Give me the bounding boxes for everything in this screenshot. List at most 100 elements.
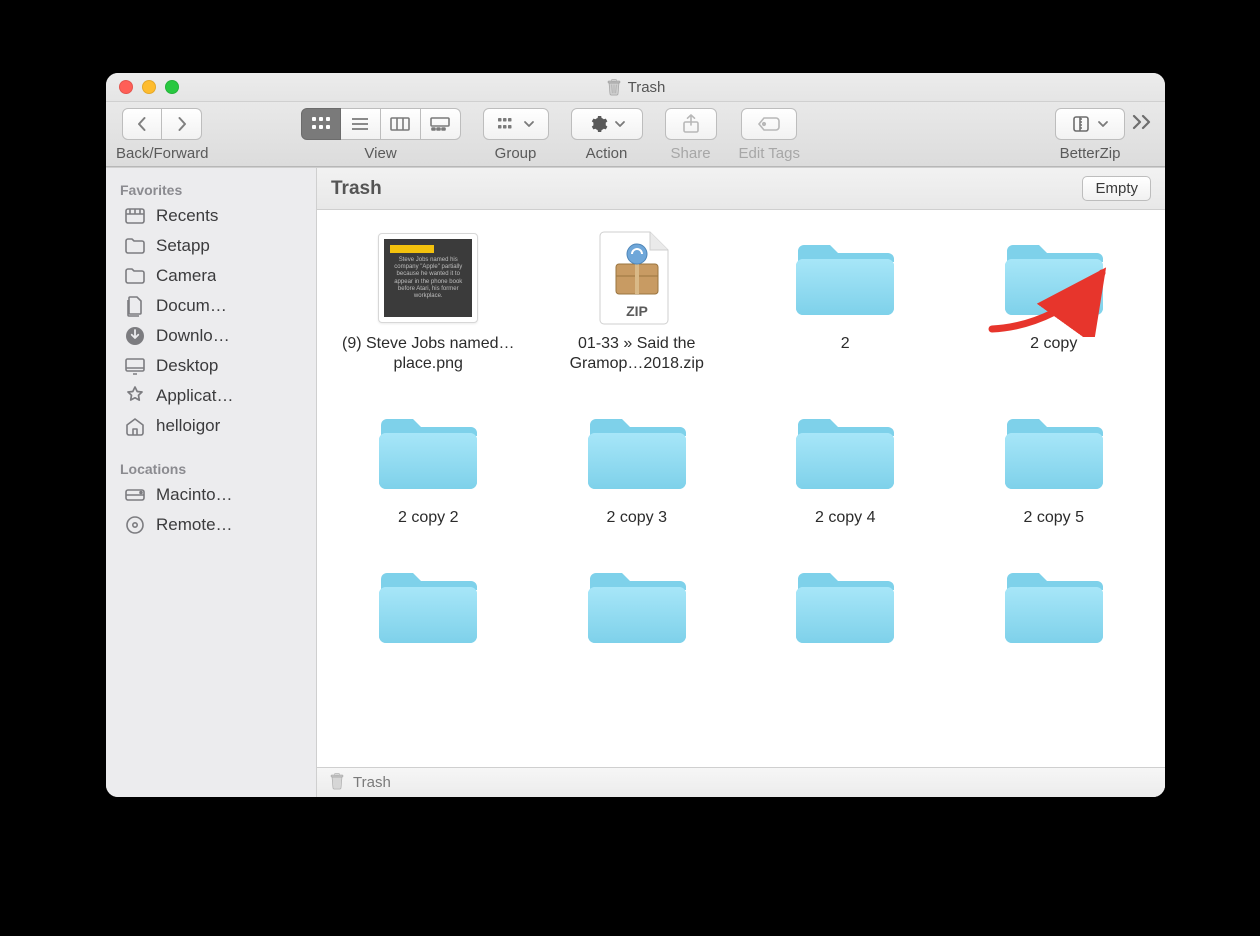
sidebar-section-locations: Locations (106, 455, 316, 480)
sidebar-item-label: Setapp (156, 236, 210, 256)
toolbar-group-share: Share (665, 108, 717, 162)
zoom-window-button[interactable] (165, 80, 179, 94)
documents-icon (124, 295, 146, 317)
trash-icon (329, 772, 345, 794)
sidebar-item-downloads[interactable]: Downlo… (106, 321, 316, 351)
sidebar-item-remote-disc[interactable]: Remote… (106, 510, 316, 540)
group-button[interactable] (483, 108, 549, 140)
recents-icon (124, 205, 146, 227)
toolbar-group-group: Group (483, 108, 549, 162)
toolbar-label-navigation: Back/Forward (116, 145, 209, 162)
file-label: 2 copy 2 (398, 508, 458, 528)
empty-trash-button[interactable]: Empty (1082, 176, 1151, 201)
sidebar-item-recents[interactable]: Recents (106, 201, 316, 231)
toolbar-label-action: Action (586, 145, 628, 162)
folder-icon (124, 235, 146, 257)
file-grid[interactable]: Steve Jobs named his company "Apple" par… (317, 210, 1165, 767)
sidebar-item-home[interactable]: helloigor (106, 411, 316, 441)
view-columns-button[interactable] (381, 108, 421, 140)
file-label: 2 copy 3 (607, 508, 667, 528)
back-button[interactable] (122, 108, 162, 140)
folder-icon (795, 228, 895, 328)
trash-icon (606, 78, 622, 96)
file-label: 2 copy 4 (815, 508, 875, 528)
window-body: Favorites Recents Setapp Camera Docum… D… (106, 167, 1165, 797)
view-gallery-button[interactable] (421, 108, 461, 140)
file-label: 2 (841, 334, 850, 354)
file-label: 2 copy (1030, 334, 1077, 354)
toolbar-group-betterzip: BetterZip (1055, 108, 1125, 162)
disc-icon (124, 514, 146, 536)
sidebar-item-label: Downlo… (156, 326, 230, 346)
edit-tags-button[interactable] (741, 108, 797, 140)
image-thumbnail: Steve Jobs named his company "Apple" par… (378, 228, 478, 328)
sidebar-item-label: Applicat… (156, 386, 233, 406)
toolbar-group-navigation: Back/Forward (116, 108, 209, 162)
sidebar-item-documents[interactable]: Docum… (106, 291, 316, 321)
sidebar-item-label: helloigor (156, 416, 220, 436)
sidebar-item-applications[interactable]: Applicat… (106, 381, 316, 411)
folder-icon (1004, 556, 1104, 656)
share-button[interactable] (665, 108, 717, 140)
desktop-icon (124, 355, 146, 377)
folder-icon (378, 402, 478, 502)
titlebar: Trash (106, 73, 1165, 102)
betterzip-button[interactable] (1055, 108, 1125, 140)
folder-icon (1004, 228, 1104, 328)
file-item-folder[interactable] (750, 556, 941, 662)
file-label: 01-33 » Said the Gramop…2018.zip (542, 334, 732, 374)
file-item-folder[interactable]: 2 copy 5 (959, 402, 1150, 528)
sidebar-item-desktop[interactable]: Desktop (106, 351, 316, 381)
file-item-folder[interactable]: 2 (750, 228, 941, 374)
sidebar-item-label: Camera (156, 266, 216, 286)
path-bar-text: Trash (353, 774, 391, 791)
window-title-text: Trash (628, 79, 666, 96)
sidebar-item-camera[interactable]: Camera (106, 261, 316, 291)
folder-icon (795, 402, 895, 502)
file-item-archive[interactable]: ZIP 01-33 » Said the Gramop…2018.zip (542, 228, 733, 374)
folder-icon (587, 402, 687, 502)
toolbar-label-betterzip: BetterZip (1060, 145, 1121, 162)
folder-icon (587, 556, 687, 656)
folder-icon (124, 265, 146, 287)
toolbar-label-view: View (364, 145, 396, 162)
file-label: 2 copy 5 (1024, 508, 1084, 528)
toolbar: Back/Forward View (106, 102, 1165, 167)
file-item-folder[interactable]: 2 copy (959, 228, 1150, 374)
toolbar-overflow-button[interactable] (1129, 113, 1155, 131)
sidebar-item-macintosh-hd[interactable]: Macinto… (106, 480, 316, 510)
sidebar: Favorites Recents Setapp Camera Docum… D… (106, 168, 317, 797)
disk-icon (124, 484, 146, 506)
toolbar-label-tags: Edit Tags (739, 145, 800, 162)
minimize-window-button[interactable] (142, 80, 156, 94)
file-item-folder[interactable] (333, 556, 524, 662)
sidebar-item-label: Desktop (156, 356, 218, 376)
file-item-folder[interactable] (542, 556, 733, 662)
sidebar-item-label: Macinto… (156, 485, 233, 505)
file-item-folder[interactable]: 2 copy 3 (542, 402, 733, 528)
folder-icon (1004, 402, 1104, 502)
home-icon (124, 415, 146, 437)
zip-icon: ZIP (587, 228, 687, 328)
toolbar-group-view: View (301, 108, 461, 162)
forward-button[interactable] (162, 108, 202, 140)
file-item-image[interactable]: Steve Jobs named his company "Apple" par… (333, 228, 524, 374)
file-item-folder[interactable] (959, 556, 1150, 662)
file-label: (9) Steve Jobs named…place.png (333, 334, 523, 374)
folder-icon (378, 556, 478, 656)
path-header: Trash Empty (317, 168, 1165, 210)
finder-window: Trash Back/Forward (106, 73, 1165, 797)
sidebar-item-label: Recents (156, 206, 218, 226)
file-item-folder[interactable]: 2 copy 2 (333, 402, 524, 528)
close-window-button[interactable] (119, 80, 133, 94)
toolbar-label-share: Share (671, 145, 711, 162)
view-icons-button[interactable] (301, 108, 341, 140)
toolbar-group-action: Action (571, 108, 643, 162)
file-item-folder[interactable]: 2 copy 4 (750, 402, 941, 528)
window-controls (106, 80, 179, 94)
view-list-button[interactable] (341, 108, 381, 140)
action-button[interactable] (571, 108, 643, 140)
sidebar-item-setapp[interactable]: Setapp (106, 231, 316, 261)
sidebar-item-label: Remote… (156, 515, 233, 535)
path-bar: Trash (317, 767, 1165, 797)
